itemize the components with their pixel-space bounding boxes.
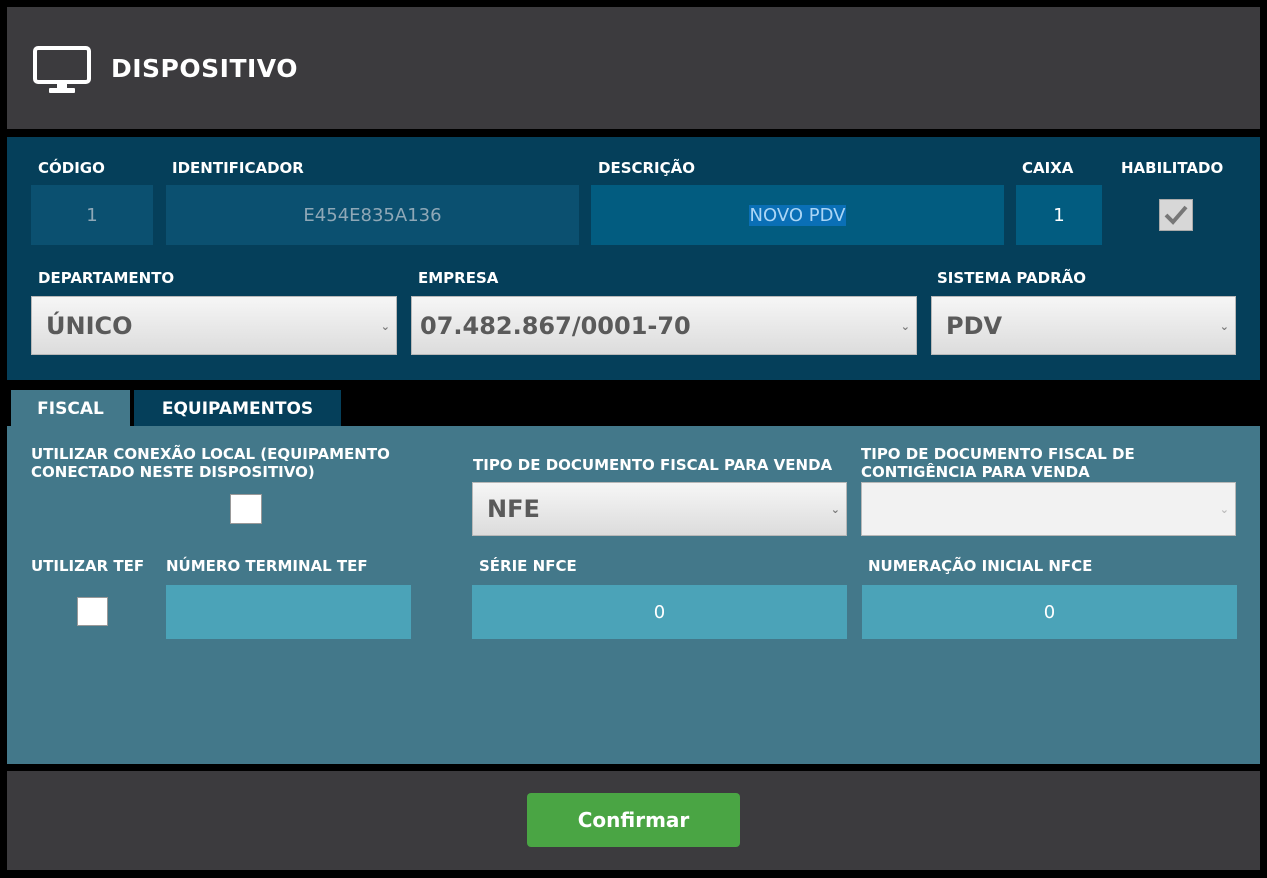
utilizar-tef-checkbox[interactable] [77, 597, 108, 626]
contingencia-label: TIPO DE DOCUMENTO FISCAL DE CONTIGÊNCIA … [861, 445, 1135, 481]
caixa-label: CAIXA [1022, 159, 1074, 177]
utilizar-tef-label: UTILIZAR TEF [31, 557, 145, 575]
sistema-padrao-select-value: PDV [946, 311, 1003, 340]
conexao-local-label: UTILIZAR CONEXÃO LOCAL (EQUIPAMENTO CONE… [31, 445, 390, 481]
serie-nfce-input[interactable]: 0 [472, 585, 847, 639]
descricao-input[interactable]: NOVO PDV [591, 185, 1004, 245]
identificador-field: E454E835A136 [166, 185, 579, 245]
chevron-down-icon: ⌄ [830, 503, 840, 516]
chevron-down-icon: ⌄ [1219, 319, 1229, 333]
contingencia-select[interactable]: ⌄ [861, 482, 1236, 536]
identificador-label: IDENTIFICADOR [172, 159, 304, 177]
tipo-documento-select[interactable]: NFE ⌄ [472, 482, 847, 536]
page-title: DISPOSITIVO [111, 54, 298, 83]
serie-nfce-label: SÉRIE NFCE [479, 557, 577, 575]
tab-equipamentos[interactable]: EQUIPAMENTOS [134, 390, 341, 427]
empresa-label: EMPRESA [418, 269, 499, 287]
departamento-select[interactable]: ÚNICO ⌄ [31, 296, 397, 355]
conexao-local-label-line2: CONECTADO NESTE DISPOSITIVO) [31, 463, 315, 481]
numero-terminal-tef-input[interactable] [166, 585, 411, 639]
tipo-documento-label: TIPO DE DOCUMENTO FISCAL PARA VENDA [473, 456, 833, 474]
numeracao-inicial-nfce-input[interactable]: 0 [862, 585, 1237, 639]
contingencia-label-line1: TIPO DE DOCUMENTO FISCAL DE [861, 445, 1135, 463]
descricao-input-value: NOVO PDV [748, 204, 847, 226]
descricao-label: DESCRIÇÃO [598, 159, 696, 177]
sistema-padrao-select[interactable]: PDV ⌄ [931, 296, 1236, 355]
monitor-icon [33, 46, 91, 93]
numero-terminal-tef-label: NÚMERO TERMINAL TEF [166, 557, 368, 575]
sistema-padrao-label: SISTEMA PADRÃO [937, 269, 1087, 287]
chevron-down-icon: ⌄ [380, 319, 390, 333]
empresa-select[interactable]: 07.482.867/0001-70 ⌄ [411, 296, 917, 355]
habilitado-checkbox[interactable] [1159, 199, 1193, 231]
caixa-input[interactable]: 1 [1016, 185, 1102, 245]
contingencia-label-line2: CONTIGÊNCIA PARA VENDA [861, 463, 1090, 481]
codigo-label: CÓDIGO [38, 159, 105, 177]
chevron-down-icon: ⌄ [900, 319, 910, 333]
confirm-button[interactable]: Confirmar [527, 793, 740, 847]
departamento-select-value: ÚNICO [46, 311, 133, 340]
numeracao-inicial-nfce-label: NUMERAÇÃO INICIAL NFCE [868, 557, 1093, 575]
codigo-field: 1 [31, 185, 153, 245]
tipo-documento-select-value: NFE [487, 495, 540, 523]
tab-fiscal[interactable]: FISCAL [11, 390, 130, 427]
departamento-label: DEPARTAMENTO [38, 269, 175, 287]
conexao-local-checkbox[interactable] [230, 494, 262, 524]
empresa-select-value: 07.482.867/0001-70 [420, 311, 691, 340]
chevron-down-icon: ⌄ [1219, 503, 1229, 516]
habilitado-label: HABILITADO [1121, 159, 1224, 177]
checkmark-icon [1164, 205, 1188, 225]
conexao-local-label-line1: UTILIZAR CONEXÃO LOCAL (EQUIPAMENTO [31, 445, 390, 463]
